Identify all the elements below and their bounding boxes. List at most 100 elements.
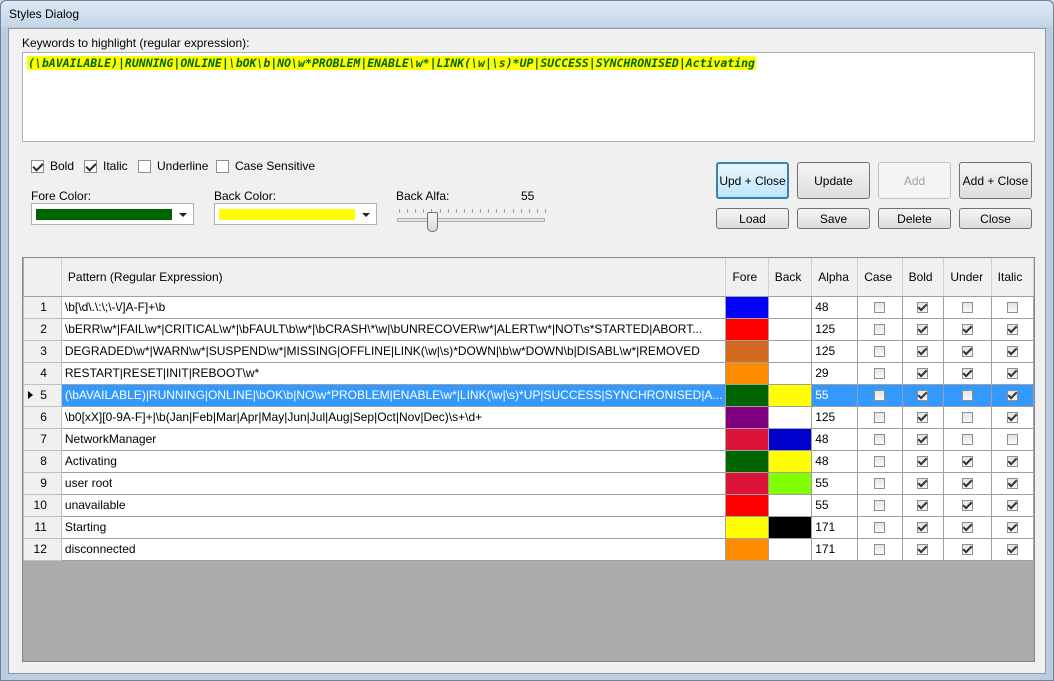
bold-cell[interactable] <box>901 471 945 495</box>
under-cell[interactable] <box>943 471 992 495</box>
italic-checkbox[interactable] <box>1006 499 1018 511</box>
bold-cell[interactable] <box>901 361 945 385</box>
italic-cell[interactable] <box>990 361 1034 385</box>
case-checkbox[interactable] <box>874 521 886 533</box>
bold-checkbox[interactable] <box>917 543 929 555</box>
pattern-cell[interactable]: \b[\d\.\:\;\-\/]A-F]+\b <box>60 295 727 319</box>
fore-color-cell[interactable] <box>725 317 769 341</box>
italic-cell[interactable] <box>990 449 1034 473</box>
back-color-cell[interactable] <box>767 361 813 385</box>
back-color-cell[interactable] <box>767 493 813 517</box>
bold-checkbox[interactable] <box>917 367 929 379</box>
keywords-regex-input[interactable]: (\bAVAILABLE)|RUNNING|ONLINE|\bOK\b|NO\w… <box>22 52 1035 142</box>
bold-cell[interactable] <box>901 493 945 517</box>
alpha-cell[interactable]: 125 <box>811 339 859 363</box>
under-cell[interactable] <box>943 295 992 319</box>
row-header[interactable]: 6 <box>23 405 62 429</box>
italic-checkbox[interactable] <box>1006 367 1018 379</box>
add-button[interactable]: Add <box>878 162 951 199</box>
bold-cell[interactable] <box>901 339 945 363</box>
table-row[interactable]: 8 Activating 48 <box>23 449 1034 473</box>
under-cell[interactable] <box>943 361 992 385</box>
column-header-case[interactable]: Case <box>857 258 903 297</box>
bold-cell[interactable] <box>901 427 945 451</box>
italic-cell[interactable] <box>990 515 1034 539</box>
case-cell[interactable] <box>857 405 903 429</box>
underline-checkbox[interactable]: Underline <box>138 159 208 173</box>
italic-checkbox[interactable] <box>1006 433 1018 445</box>
column-header-fore[interactable]: Fore <box>725 258 769 297</box>
italic-cell[interactable] <box>990 317 1034 341</box>
table-row[interactable]: 12 disconnected 171 <box>23 537 1034 561</box>
fore-color-cell[interactable] <box>725 515 769 539</box>
row-header[interactable]: 5 <box>23 383 62 407</box>
underline-checkbox-box[interactable] <box>138 159 151 173</box>
italic-checkbox[interactable] <box>1006 345 1018 357</box>
case-checkbox[interactable] <box>874 345 886 357</box>
under-cell[interactable] <box>943 493 992 517</box>
bold-cell[interactable] <box>901 383 945 407</box>
under-checkbox[interactable] <box>962 499 974 511</box>
under-checkbox[interactable] <box>962 433 974 445</box>
case-cell[interactable] <box>857 493 903 517</box>
pattern-cell[interactable]: user root <box>60 471 727 495</box>
fore-color-dropdown[interactable] <box>31 203 194 225</box>
pattern-cell[interactable]: \b0[xX][0-9A-F]+|\b(Jan|Feb|Mar|Apr|May|… <box>60 405 727 429</box>
column-header-italic[interactable]: Italic <box>991 258 1034 297</box>
fore-color-cell[interactable] <box>725 427 769 451</box>
fore-color-cell[interactable] <box>725 449 769 473</box>
add-close-button[interactable]: Add + Close <box>959 162 1032 199</box>
alpha-cell[interactable]: 48 <box>811 449 859 473</box>
italic-checkbox[interactable]: Italic <box>84 159 128 173</box>
italic-cell[interactable] <box>990 427 1034 451</box>
case-cell[interactable] <box>857 471 903 495</box>
column-header-pattern[interactable]: Pattern (Regular Expression) <box>61 258 727 297</box>
case-cell[interactable] <box>857 515 903 539</box>
close-button[interactable]: Close <box>959 208 1032 229</box>
italic-checkbox[interactable] <box>1006 389 1018 401</box>
case-cell[interactable] <box>857 383 903 407</box>
pattern-cell[interactable]: DEGRADED\w*|WARN\w*|SUSPEND\w*|MISSING|O… <box>60 339 727 363</box>
case-cell[interactable] <box>857 361 903 385</box>
table-row[interactable]: 1 \b[\d\.\:\;\-\/]A-F]+\b 48 <box>23 295 1034 319</box>
row-header[interactable]: 8 <box>23 449 62 473</box>
fore-color-cell[interactable] <box>725 339 769 363</box>
row-header[interactable]: 1 <box>23 295 62 319</box>
italic-checkbox[interactable] <box>1006 301 1018 313</box>
bold-checkbox[interactable] <box>917 433 929 445</box>
bold-cell[interactable] <box>901 295 945 319</box>
row-header[interactable]: 11 <box>23 515 62 539</box>
upd-close-button[interactable]: Upd + Close <box>716 162 789 199</box>
case-cell[interactable] <box>857 449 903 473</box>
fore-color-cell[interactable] <box>725 361 769 385</box>
case-checkbox[interactable] <box>874 411 886 423</box>
fore-color-cell[interactable] <box>725 493 769 517</box>
bold-checkbox[interactable] <box>917 455 929 467</box>
case-checkbox[interactable] <box>874 389 886 401</box>
title-bar[interactable]: Styles Dialog <box>1 1 1053 27</box>
under-cell[interactable] <box>943 537 992 561</box>
under-checkbox[interactable] <box>962 389 974 401</box>
pattern-cell[interactable]: disconnected <box>60 537 727 561</box>
back-alfa-slider-thumb[interactable] <box>427 212 439 232</box>
back-alfa-slider-track[interactable] <box>397 218 545 222</box>
bold-cell[interactable] <box>901 515 945 539</box>
save-button[interactable]: Save <box>797 208 870 229</box>
row-header[interactable]: 9 <box>23 471 62 495</box>
under-cell[interactable] <box>943 449 992 473</box>
case-cell[interactable] <box>857 339 903 363</box>
table-row[interactable]: 11 Starting 171 <box>23 515 1034 539</box>
italic-cell[interactable] <box>990 295 1034 319</box>
column-header-under[interactable]: Under <box>943 258 992 297</box>
back-color-cell[interactable] <box>767 317 813 341</box>
pattern-cell[interactable]: NetworkManager <box>60 427 727 451</box>
italic-cell[interactable] <box>990 537 1034 561</box>
back-color-cell[interactable] <box>767 295 813 319</box>
load-button[interactable]: Load <box>716 208 789 229</box>
case-checkbox[interactable] <box>874 367 886 379</box>
table-row[interactable]: 4 RESTART|RESET|INIT|REBOOT\w* 29 <box>23 361 1034 385</box>
under-cell[interactable] <box>943 405 992 429</box>
pattern-cell[interactable]: (\bAVAILABLE)|RUNNING|ONLINE|\bOK\b|NO\w… <box>60 383 727 407</box>
table-row[interactable]: 5 (\bAVAILABLE)|RUNNING|ONLINE|\bOK\b|NO\… <box>23 383 1034 407</box>
fore-color-cell[interactable] <box>725 383 769 407</box>
